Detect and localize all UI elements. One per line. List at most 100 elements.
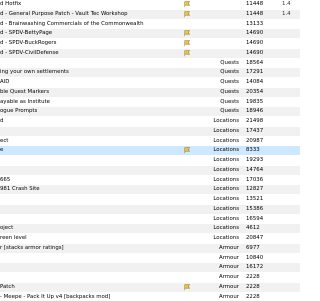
table-row[interactable]: ing your own settlements Quests 17291 bbox=[0, 68, 300, 77]
mod-name: oject bbox=[0, 224, 190, 233]
mod-category: Armour bbox=[205, 244, 239, 253]
mod-id: 14690 bbox=[246, 29, 276, 38]
mod-name: r [stacks armor ratings] bbox=[0, 244, 190, 253]
mod-name: d - Brainwashing Commercials of the Comm… bbox=[0, 20, 190, 29]
mod-category: Quests bbox=[205, 107, 239, 116]
table-row[interactable]: Locations 19293 bbox=[0, 156, 300, 165]
mod-category: Locations bbox=[205, 166, 239, 175]
mod-id: 17291 bbox=[246, 68, 276, 77]
table-row[interactable]: ayable as Institute Quests 19835 bbox=[0, 98, 300, 107]
table-row[interactable]: d - SPDV-CivilDefense14690 bbox=[0, 49, 300, 58]
mod-category: Locations bbox=[205, 117, 239, 126]
mod-category: Quests bbox=[205, 88, 239, 97]
mod-name: e bbox=[0, 146, 190, 155]
mod-id: 8333 bbox=[246, 146, 276, 155]
mod-name: d - SPDV-CivilDefense bbox=[0, 49, 190, 58]
mod-category: Quests bbox=[205, 98, 239, 107]
table-row[interactable]: ect Locations 20987 bbox=[0, 137, 300, 146]
table-row[interactable]: d - SPDV-BuckRogers14690 bbox=[0, 39, 300, 48]
mod-id: 14690 bbox=[246, 39, 276, 48]
mod-id: 13521 bbox=[246, 195, 276, 204]
mod-name: ble Quest Markers bbox=[0, 88, 190, 97]
mod-id: 13133 bbox=[246, 20, 276, 29]
table-row[interactable]: Locations17437 bbox=[0, 127, 300, 136]
mod-category: Locations bbox=[205, 146, 239, 155]
mod-category: Quests bbox=[205, 59, 239, 68]
mod-id: 11448 bbox=[246, 10, 276, 19]
mod-name: d - General Purpose Patch - Vault Tec Wo… bbox=[0, 10, 190, 19]
mod-category: Armour bbox=[205, 254, 239, 263]
table-row[interactable]: 665 Locations 17036 bbox=[0, 176, 300, 185]
mod-category: Armour bbox=[205, 283, 239, 292]
table-row[interactable]: Locations 16594 bbox=[0, 215, 300, 224]
mod-id: 18946 bbox=[246, 107, 276, 116]
mod-name: AID bbox=[0, 78, 190, 87]
mod-category: Armour bbox=[205, 273, 239, 282]
mod-name: ing your own settlements bbox=[0, 68, 190, 77]
table-row[interactable]: d Hotfix 11448 1.4 bbox=[0, 0, 300, 9]
table-row[interactable]: Armour 2228 bbox=[0, 273, 300, 282]
mod-category: Locations bbox=[205, 137, 239, 146]
flag-icon bbox=[184, 283, 192, 292]
mod-name: d Hotfix bbox=[0, 0, 190, 9]
mod-name: 665 bbox=[0, 176, 190, 185]
mod-id: 14764 bbox=[246, 166, 276, 175]
mod-id: 11448 bbox=[246, 0, 276, 9]
mod-id: 19293 bbox=[246, 156, 276, 165]
table-row[interactable]: ojectLocations4612 bbox=[0, 224, 300, 233]
table-row[interactable]: Armour 10840 bbox=[0, 254, 300, 263]
mod-id: 21498 bbox=[246, 117, 276, 126]
table-row[interactable]: d - General Purpose Patch - Vault Tec Wo… bbox=[0, 10, 300, 19]
table-row[interactable]: AID Quests 14084 bbox=[0, 78, 300, 87]
table-row[interactable]: reen levelLocations20847 bbox=[0, 234, 300, 243]
mod-id: 17036 bbox=[246, 176, 276, 185]
mod-version: 1.4 bbox=[282, 10, 300, 19]
table-row[interactable]: r [stacks armor ratings] Armour 6977 bbox=[0, 244, 300, 253]
mod-category: Locations bbox=[205, 224, 239, 233]
table-row[interactable]: Locations 14764 bbox=[0, 166, 300, 175]
table-row[interactable]: d - Brainwashing Commercials of the Comm… bbox=[0, 20, 300, 29]
table-row[interactable]: Locations 15386 bbox=[0, 205, 300, 214]
mod-id: 20987 bbox=[246, 137, 276, 146]
mod-id: 20354 bbox=[246, 88, 276, 97]
mod-category: Locations bbox=[205, 205, 239, 214]
table-row[interactable]: Patch Armour 2228 bbox=[0, 283, 300, 292]
mod-category: Locations bbox=[205, 195, 239, 204]
mod-category: Locations bbox=[205, 234, 239, 243]
table-row[interactable]: e Locations 8333 bbox=[0, 146, 300, 155]
table-row[interactable]: Quests 18564 bbox=[0, 59, 300, 68]
mod-id: 10840 bbox=[246, 254, 276, 263]
mod-name: Patch bbox=[0, 283, 190, 292]
mod-id: 15386 bbox=[246, 205, 276, 214]
mod-id: 18564 bbox=[246, 59, 276, 68]
mod-id: 16594 bbox=[246, 215, 276, 224]
mod-name: reen level bbox=[0, 234, 190, 243]
mod-category: Locations bbox=[205, 156, 239, 165]
table-row[interactable]: d Locations 21498 bbox=[0, 117, 300, 126]
mod-id: 17437 bbox=[246, 127, 276, 136]
mod-category: Quests bbox=[205, 78, 239, 87]
table-row[interactable]: ble Quest Markers Quests 20354 bbox=[0, 88, 300, 97]
table-row[interactable]: Armour16172 bbox=[0, 263, 300, 272]
mod-id: 14084 bbox=[246, 78, 276, 87]
mod-id: 19835 bbox=[246, 98, 276, 107]
mod-id: 2228 bbox=[246, 283, 276, 292]
mod-name: 981 Crash Site bbox=[0, 185, 190, 194]
flag-icon bbox=[184, 10, 192, 19]
mod-category: Quests bbox=[205, 68, 239, 77]
mod-id: 2228 bbox=[246, 273, 276, 282]
flag-icon bbox=[184, 146, 192, 155]
mod-name: ect bbox=[0, 137, 190, 146]
mod-category: Locations bbox=[205, 176, 239, 185]
mod-name: ayable as Institute bbox=[0, 98, 190, 107]
table-row[interactable]: ogue PromptsQuests18946 bbox=[0, 107, 300, 116]
table-row[interactable]: Locations 13521 bbox=[0, 195, 300, 204]
mod-id: 12827 bbox=[246, 185, 276, 194]
mod-category: Locations bbox=[205, 215, 239, 224]
mod-name: d bbox=[0, 117, 190, 126]
mod-id: 6977 bbox=[246, 244, 276, 253]
table-row[interactable]: d - SPDV-BettyPage14690 bbox=[0, 29, 300, 38]
flag-icon bbox=[184, 0, 192, 9]
mod-version: 1.4 bbox=[282, 0, 300, 9]
table-row[interactable]: 981 Crash SiteLocations12827 bbox=[0, 185, 300, 194]
